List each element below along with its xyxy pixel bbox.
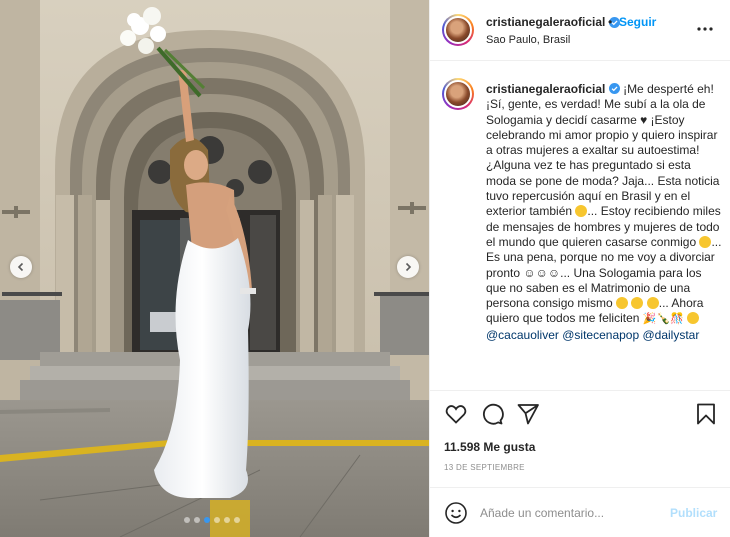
follow-separator: •: [608, 15, 613, 29]
laughing-emoji-icon: [699, 235, 712, 248]
carousel-dot: [204, 517, 210, 523]
carousel-dot: [214, 517, 220, 523]
carousel-prev-button[interactable]: [10, 256, 32, 278]
caption-part-1: ¡Me desperté eh! ¡Sí, gente, es verdad! …: [486, 82, 720, 219]
mention-link[interactable]: @dailystar: [642, 328, 699, 342]
comment-input[interactable]: [480, 503, 660, 523]
verified-badge-icon: [608, 83, 620, 94]
comment-icon[interactable]: [480, 402, 504, 426]
publish-button[interactable]: Publicar: [670, 506, 717, 520]
caption-username[interactable]: cristianegaleraoficial: [486, 82, 605, 96]
smile-emoji-icon: [631, 297, 644, 310]
avatar[interactable]: [442, 14, 474, 46]
carousel-dot: [224, 517, 230, 523]
smile-emoji-icon: [646, 297, 659, 310]
post-photo[interactable]: [0, 0, 429, 537]
caption-text: cristianegaleraoficial ¡Me desperté eh! …: [486, 82, 722, 343]
post-header: cristianegaleraoficial • Seguir Sao Paul…: [430, 0, 730, 61]
bookmark-icon[interactable]: [694, 402, 718, 426]
action-bar: [430, 390, 730, 435]
smile-emoji-icon: [616, 297, 629, 310]
header-username[interactable]: cristianegaleraoficial: [486, 15, 621, 29]
follow-button[interactable]: Seguir: [619, 15, 656, 29]
carousel-dot: [194, 517, 200, 523]
church-wedding-photo: [0, 0, 429, 537]
party-popper-icon: 🎉🍾🎊: [642, 313, 684, 326]
mention-link[interactable]: @cacauoliver: [486, 328, 559, 342]
more-horizontal-icon[interactable]: [696, 22, 714, 36]
like-count[interactable]: 11.598 Me gusta: [444, 440, 535, 454]
grin-emoji-icon: [687, 312, 700, 325]
mention-link[interactable]: @sitecenapop: [562, 328, 639, 342]
chevron-right-icon: [405, 262, 412, 272]
username-text[interactable]: cristianegaleraoficial: [486, 15, 605, 29]
caption-avatar[interactable]: [442, 78, 474, 110]
grin-emoji-icon: [575, 205, 588, 218]
location-link[interactable]: Sao Paulo, Brasil: [486, 34, 570, 46]
post-side-panel: cristianegaleraoficial • Seguir Sao Paul…: [429, 0, 730, 537]
carousel-dot: [184, 517, 190, 523]
send-icon[interactable]: [516, 402, 540, 426]
carousel-indicator: [184, 517, 240, 523]
carousel-next-button[interactable]: [397, 256, 419, 278]
chevron-left-icon: [17, 262, 24, 272]
carousel-dot: [234, 517, 240, 523]
heart-icon[interactable]: [444, 402, 468, 426]
smiley-icon[interactable]: [444, 501, 468, 525]
comment-bar: Publicar: [430, 487, 730, 537]
caption-section: cristianegaleraoficial ¡Me desperté eh! …: [430, 62, 730, 390]
post-date[interactable]: 13 DE SEPTIEMBRE: [444, 463, 525, 472]
